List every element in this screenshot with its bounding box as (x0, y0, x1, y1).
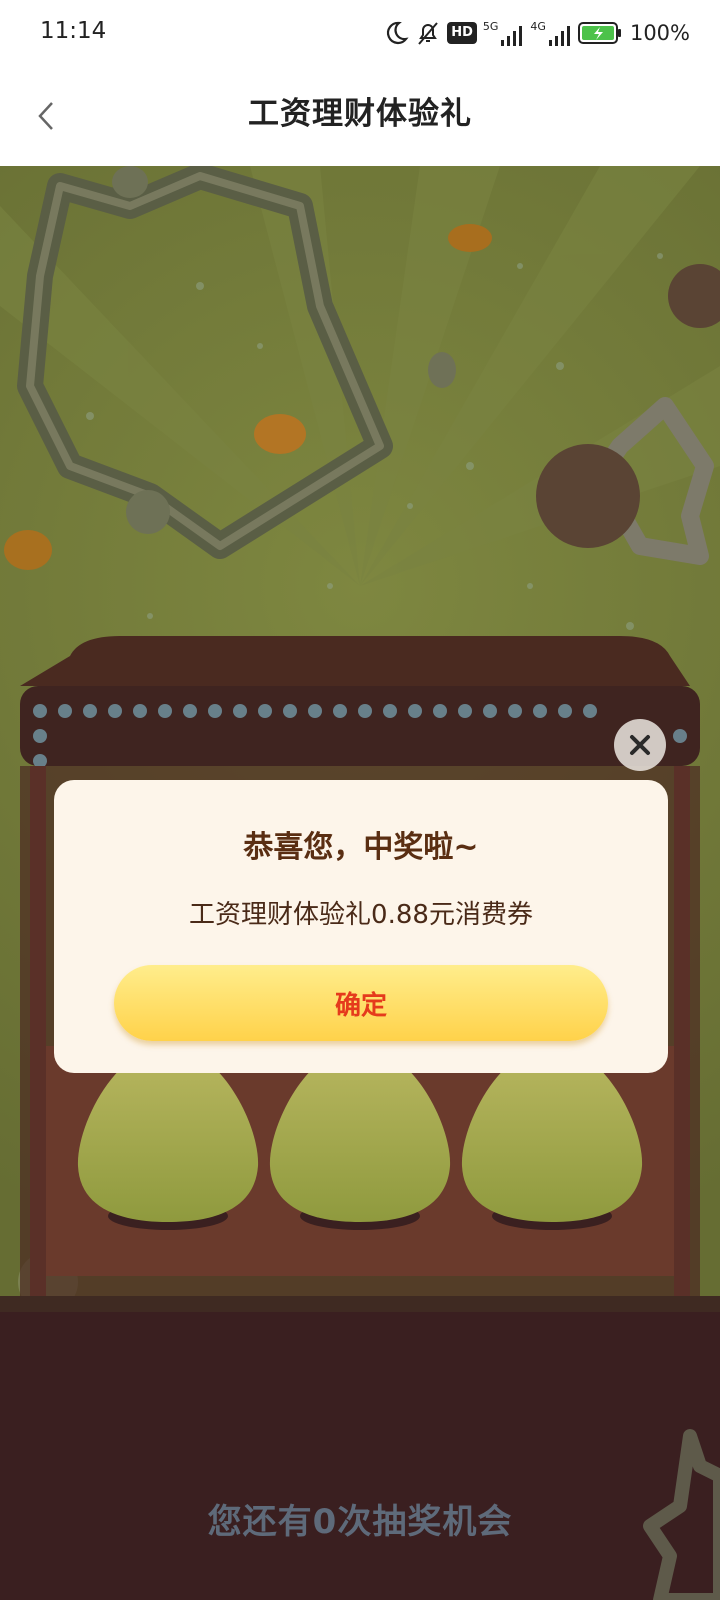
hd-icon: HD (447, 22, 477, 44)
signal-5g-icon: 5G (483, 20, 525, 46)
battery-charging-icon (577, 22, 621, 44)
egg-prizes (77, 1046, 643, 1230)
status-bar: 11:14 HD 5G 4G 100% (0, 0, 720, 66)
signal-5g-label: 5G (482, 20, 499, 33)
confirm-button[interactable]: 确定 (114, 965, 608, 1041)
sphere-decoration (536, 444, 640, 548)
dialog-title: 恭喜您，中奖啦~ (243, 830, 479, 865)
nav-bar: 工资理财体验礼 (0, 66, 720, 166)
status-icons: HD 5G 4G 100% (383, 18, 690, 48)
status-time: 11:14 (40, 18, 107, 44)
confirm-button-label: 确定 (334, 990, 387, 1021)
moon-icon (387, 21, 409, 44)
prize-description: 工资理财体验礼0.88元消费券 (189, 900, 533, 930)
machine-roof (20, 636, 690, 686)
hd-label: HD (451, 25, 473, 40)
page-title: 工资理财体验礼 (248, 96, 472, 132)
signal-4g-label: 4G (530, 20, 546, 33)
lottery-chances-text: 您还有0次抽奖机会 (207, 1502, 513, 1542)
close-icon (630, 735, 650, 755)
prize-dialog: 恭喜您，中奖啦~ 工资理财体验礼0.88元消费券 确定 (54, 780, 668, 1073)
signal-4g-icon: 4G (530, 20, 572, 46)
battery-percent: 100% (629, 21, 690, 45)
bell-off-icon (418, 22, 438, 45)
close-button[interactable] (614, 719, 666, 771)
